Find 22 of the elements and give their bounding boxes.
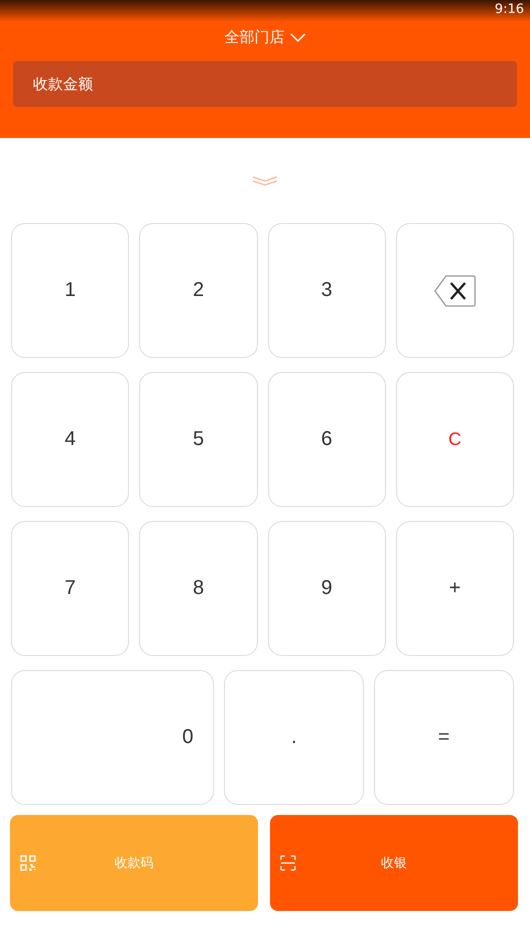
- digit-key[interactable]: 8: [139, 521, 258, 656]
- digit-key[interactable]: 3: [268, 223, 386, 358]
- zero-key[interactable]: 0: [11, 670, 214, 805]
- amount-field[interactable]: 收款金额: [13, 61, 517, 107]
- digit-key[interactable]: 7: [11, 521, 130, 656]
- status-time: 9:16: [494, 2, 524, 19]
- operator-key[interactable]: =: [374, 670, 514, 805]
- digit-key[interactable]: 2: [139, 223, 258, 358]
- digit-key[interactable]: 6: [268, 372, 386, 507]
- double-chevron-icon[interactable]: [251, 176, 279, 186]
- digit-key[interactable]: 4: [11, 372, 130, 507]
- backspace-icon: [432, 274, 477, 308]
- digit-key[interactable]: .: [224, 670, 364, 805]
- digit-key[interactable]: 5: [139, 372, 258, 507]
- qr-code-icon: [20, 855, 36, 871]
- digit-key[interactable]: 1: [11, 223, 130, 358]
- scan-icon: [280, 855, 296, 871]
- clear-key[interactable]: C: [396, 372, 514, 507]
- backspace-key[interactable]: [396, 223, 514, 358]
- operator-key[interactable]: +: [396, 521, 514, 656]
- chevron-down-icon: [290, 32, 306, 42]
- digit-key[interactable]: 9: [268, 521, 386, 656]
